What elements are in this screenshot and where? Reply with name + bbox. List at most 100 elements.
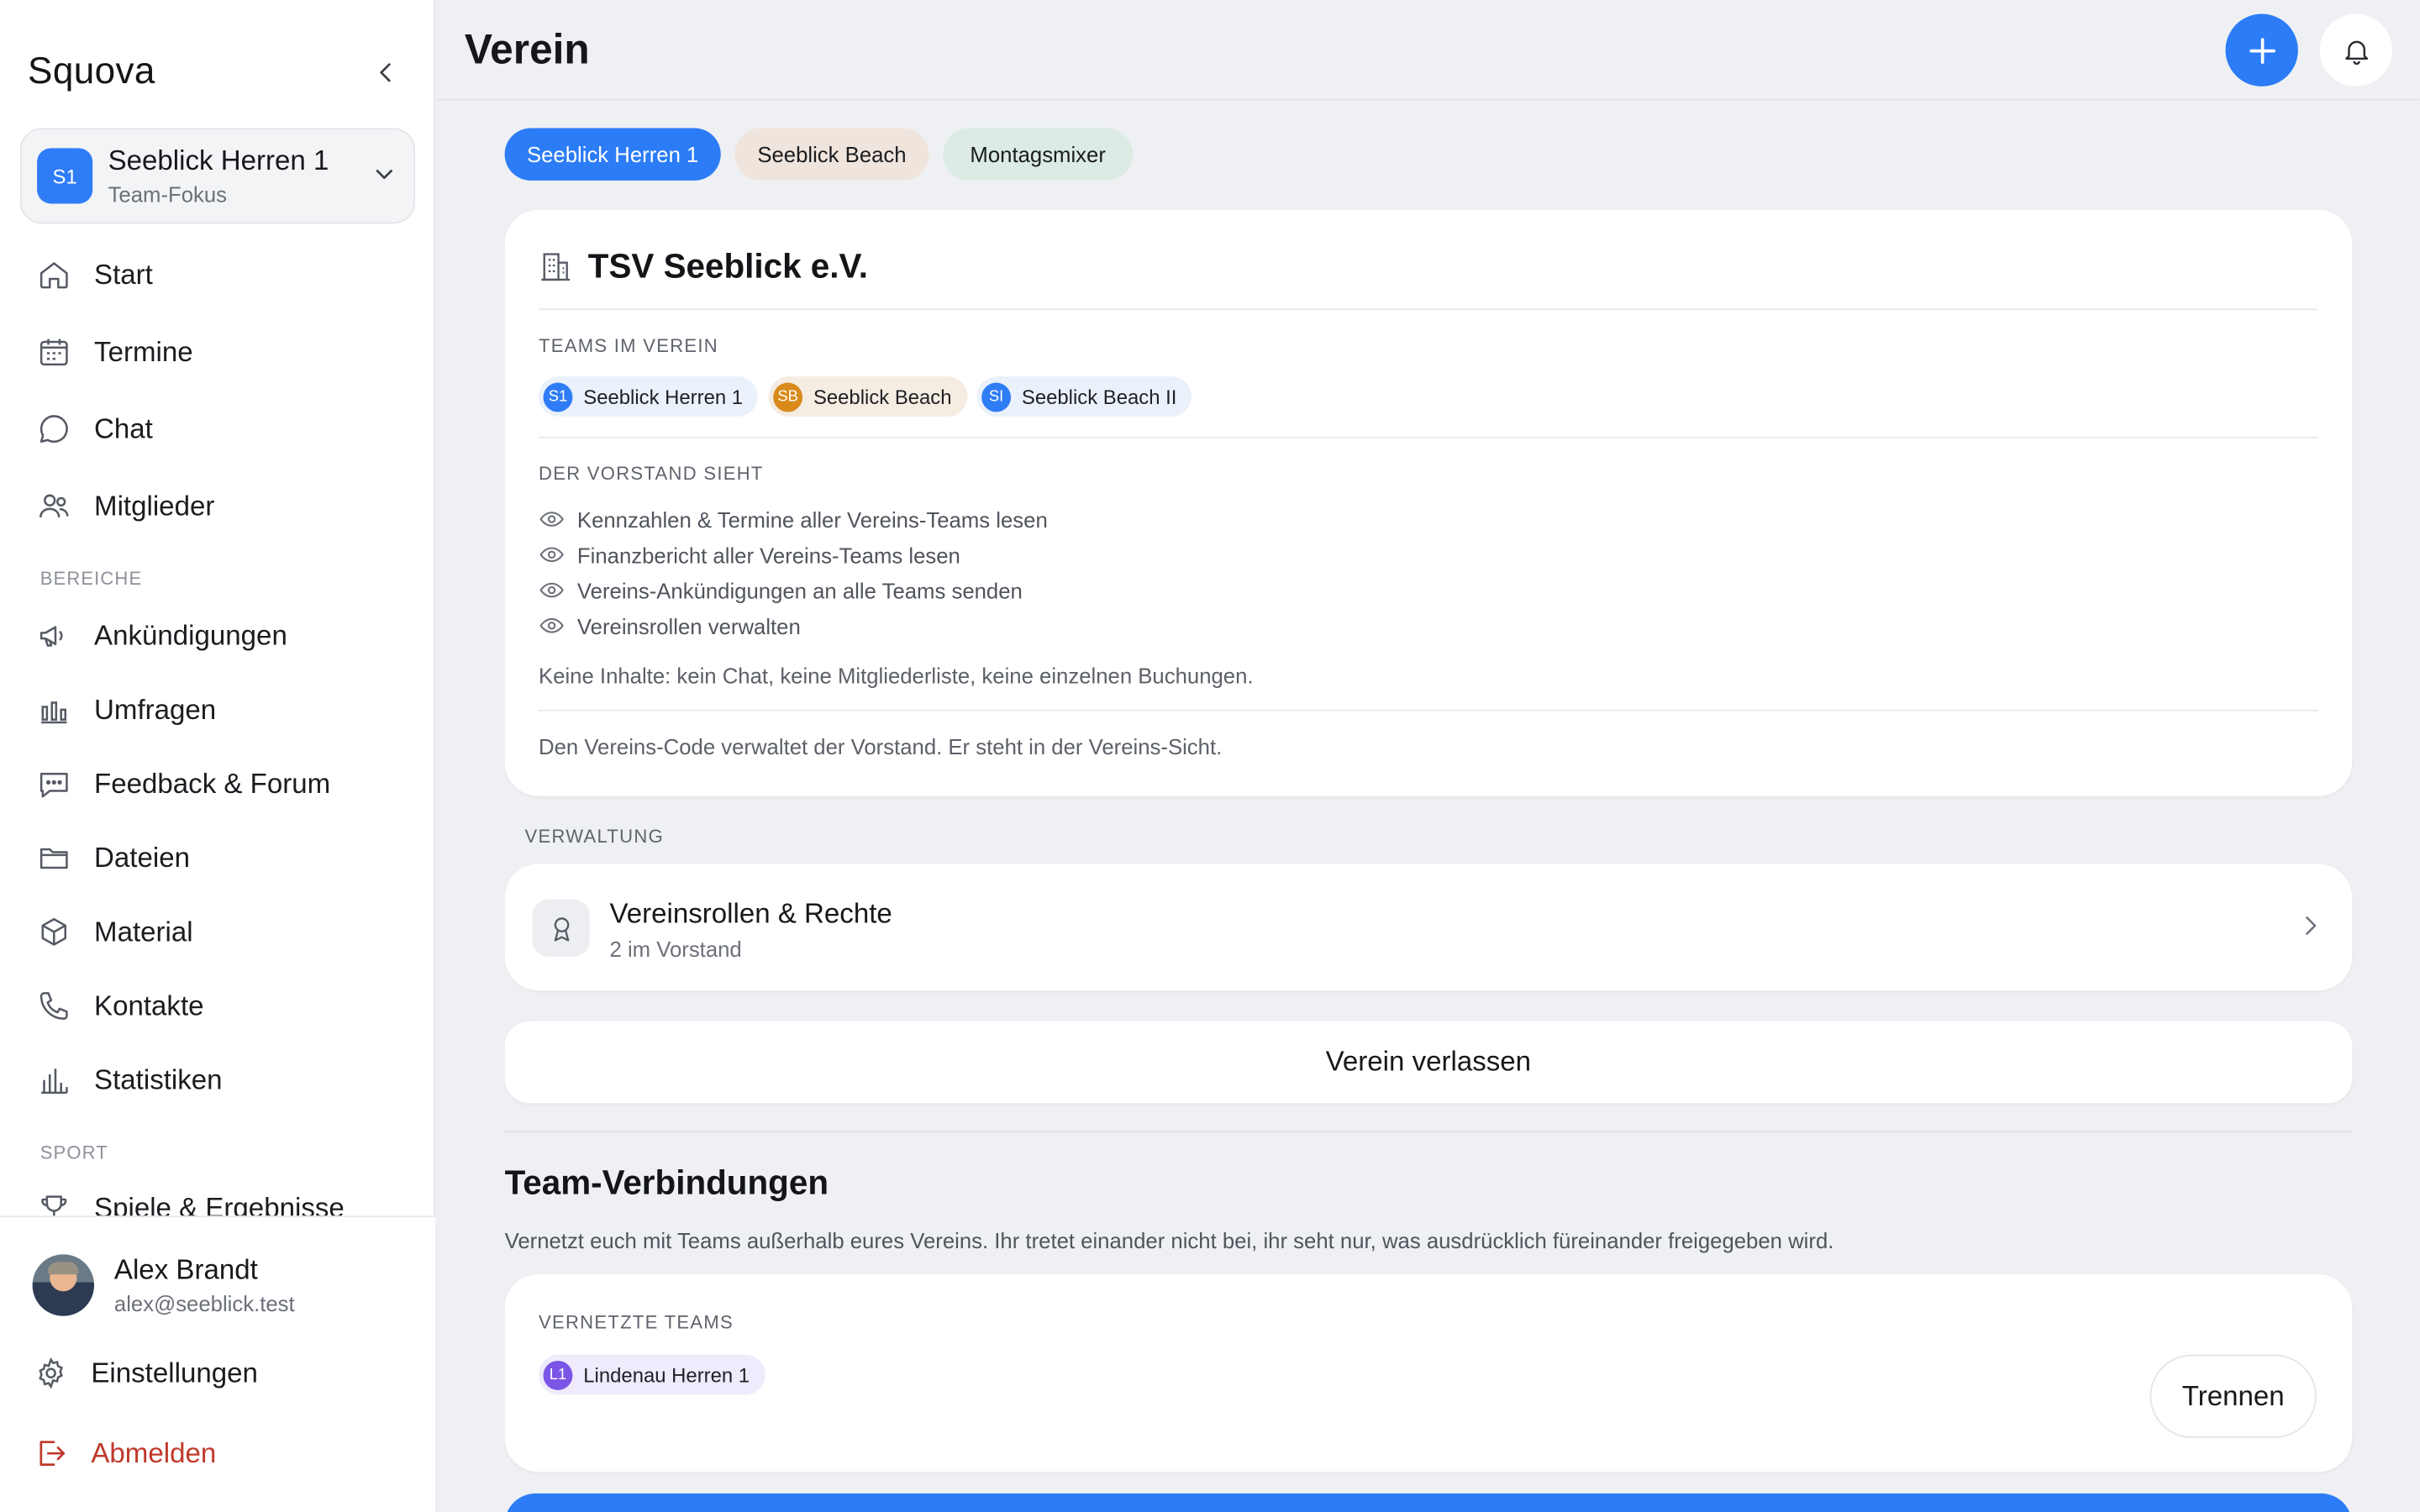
user-name: Alex Brandt [113, 1254, 258, 1285]
team-avatar: S1 [37, 148, 93, 204]
connections-description: Vernetzt euch mit Teams außerhalb eures … [504, 1228, 1834, 1253]
logout-icon [39, 1441, 66, 1466]
message-dots-icon [39, 772, 68, 798]
sidebar-item-label: Umfragen [94, 693, 217, 725]
phone-icon [39, 992, 68, 1020]
gear-icon [39, 1357, 63, 1389]
chevron-down-icon [376, 170, 392, 180]
trophy-icon [41, 1195, 67, 1216]
sidebar-item-label: Chat [94, 412, 153, 444]
team-pill-name: Seeblick Herren 1 [583, 385, 744, 408]
divider [539, 308, 2318, 311]
brand-logo: Squova [28, 50, 155, 93]
avatar [32, 1254, 95, 1316]
permission-text: Kennzahlen & Termine aller Vereins-Teams… [576, 507, 1048, 532]
permission-text: Finanzbericht aller Vereins-Teams lesen [576, 542, 960, 567]
permission-item: Kennzahlen & Termine aller Vereins-Teams… [539, 506, 1048, 532]
logout-label: Abmelden [91, 1436, 217, 1468]
user-meta: Alex Brandt alex@seeblick.test [114, 1254, 295, 1315]
sidebar-item-label: Material [94, 916, 193, 947]
board-label: DER VORSTAND SIEHT [539, 463, 764, 485]
sidebar-item-statistiken[interactable]: Statistiken [37, 1049, 408, 1110]
connected-teams-label: VERNETZTE TEAMS [539, 1311, 734, 1333]
building-icon [541, 253, 571, 281]
team-pill-avatar: SI [981, 381, 1012, 412]
no-content-note: Keine Inhalte: kein Chat, keine Mitglied… [539, 663, 1254, 689]
collapse-sidebar-button[interactable] [364, 51, 407, 94]
user-area: Alex Brandt alex@seeblick.test Einstellu… [0, 1215, 435, 1512]
add-button[interactable] [2225, 13, 2298, 87]
divider [539, 436, 2318, 438]
team-pill-avatar: SB [773, 381, 803, 412]
sidebar-item-label: Start [94, 258, 153, 290]
sidebar-item-label: Termine [94, 335, 193, 367]
bell-icon [2344, 39, 2368, 65]
sidebar-item-label: Spiele & Ergebnisse [94, 1191, 345, 1216]
sidebar-item-kontakte[interactable]: Kontakte [37, 975, 408, 1037]
connected-team-pill[interactable]: L1 Lindenau Herren 1 [539, 1354, 765, 1395]
chat-bubble-icon [39, 415, 68, 444]
club-team-pill[interactable]: SB Seeblick Beach [768, 376, 967, 417]
sidebar-item-umfragen[interactable]: Umfragen [37, 679, 408, 740]
section-sport: SPORT [39, 1142, 108, 1163]
calendar-icon [39, 339, 68, 366]
settings-label: Einstellungen [91, 1357, 258, 1389]
award-icon [553, 916, 569, 941]
leave-club-button[interactable]: Verein verlassen [504, 1021, 2353, 1104]
club-team-pill[interactable]: SI Seeblick Beach II [976, 376, 1192, 417]
brand-row: Squova [28, 46, 408, 98]
club-code-note: Den Vereins-Code verwaltet der Vorstand.… [539, 734, 1223, 759]
user-profile[interactable]: Alex Brandt alex@seeblick.test [32, 1254, 295, 1316]
page-title: Verein [464, 26, 590, 73]
club-name: TSV Seeblick e.V. [587, 246, 868, 286]
eye-icon [539, 582, 564, 598]
team-chip-seeblick-herren-1[interactable]: Seeblick Herren 1 [504, 128, 721, 181]
users-icon [39, 494, 69, 518]
roles-subtitle: 2 im Vorstand [609, 936, 742, 962]
sidebar-item-termine[interactable]: Termine [37, 321, 408, 382]
settings-link[interactable]: Einstellungen [34, 1356, 258, 1389]
sidebar-item-feedback-forum[interactable]: Feedback & Forum [37, 753, 408, 814]
sidebar-item-material[interactable]: Material [37, 901, 408, 963]
sidebar-item-spiele-ergebnisse[interactable]: Spiele & Ergebnisse [37, 1177, 408, 1216]
sidebar-item-label: Ankündigungen [94, 619, 287, 651]
permission-text: Vereinsrollen verwalten [576, 613, 801, 638]
team-switcher[interactable]: S1 Seeblick Herren 1 Team-Fokus [19, 128, 416, 224]
club-card: TSV Seeblick e.V. TEAMS IM VEREIN S1 See… [504, 209, 2353, 796]
team-pill-name: Seeblick Beach [813, 385, 952, 408]
chevron-left-icon [380, 63, 391, 82]
roles-title: Vereinsrollen & Rechte [609, 897, 892, 929]
plus-icon [2249, 37, 2275, 64]
team-chip-seeblick-beach[interactable]: Seeblick Beach [734, 128, 929, 181]
connections-title: Team-Verbindungen [504, 1163, 829, 1202]
permission-item: Vereinsrollen verwalten [539, 612, 801, 638]
home-icon [39, 262, 68, 289]
megaphone-icon [39, 626, 63, 647]
chevron-right-icon [2306, 916, 2317, 935]
disconnect-button[interactable]: Trennen [2149, 1354, 2317, 1438]
club-team-pill[interactable]: S1 Seeblick Herren 1 [539, 376, 759, 417]
sidebar-item-mitglieder[interactable]: Mitglieder [37, 475, 408, 537]
logout-link[interactable]: Abmelden [34, 1436, 216, 1470]
stats-icon [41, 1068, 68, 1095]
primary-action-button[interactable] [504, 1493, 2353, 1512]
sidebar-item-chat[interactable]: Chat [37, 398, 408, 459]
sidebar-item-ankuendigungen[interactable]: Ankündigungen [37, 605, 408, 666]
team-meta: Seeblick Herren 1 Team-Fokus [108, 145, 329, 207]
sidebar-item-start[interactable]: Start [37, 244, 408, 305]
connected-teams-card: VERNETZTE TEAMS L1 Lindenau Herren 1 Tre… [504, 1274, 2353, 1473]
top-header: Verein [436, 0, 2420, 101]
sidebar-nav: Start Termine Chat Mitglieder BEREICHE A… [0, 234, 435, 1216]
sidebar-item-dateien[interactable]: Dateien [37, 827, 408, 888]
app-root: Squova S1 Seeblick Herren 1 Team-Fokus S… [0, 0, 2420, 1512]
team-chip-montagsmixer[interactable]: Montagsmixer [943, 128, 1134, 181]
user-email: alex@seeblick.test [113, 1291, 295, 1316]
box-icon [41, 917, 67, 946]
section-bereiche: BEREICHE [39, 567, 143, 590]
team-subtitle: Team-Fokus [108, 181, 228, 207]
club-roles-row[interactable]: Vereinsrollen & Rechte 2 im Vorstand [504, 864, 2353, 991]
notifications-button[interactable] [2319, 13, 2392, 87]
sidebar-item-label: Dateien [94, 841, 191, 873]
permission-item: Vereins-Ankündigungen an alle Teams send… [539, 577, 1023, 603]
divider [539, 709, 2318, 711]
